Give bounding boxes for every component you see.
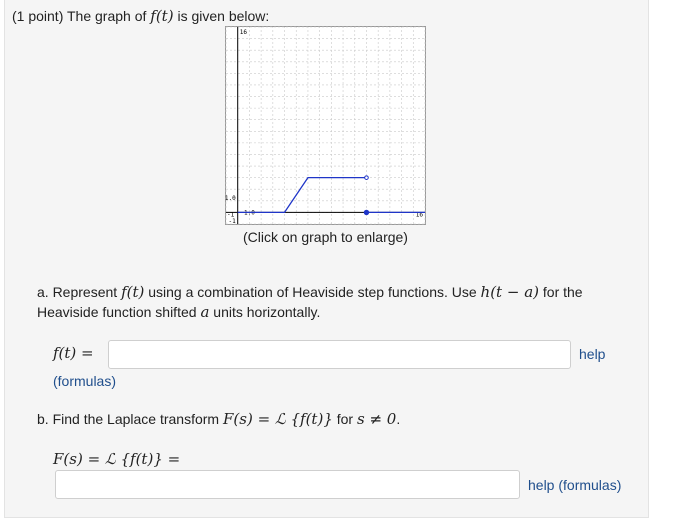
help-formulas-link-b[interactable]: help (formulas) bbox=[528, 477, 621, 493]
part-a-question: a. Represent f(t) using a combination of… bbox=[37, 283, 583, 321]
tick-label-y-bottom: -1 bbox=[228, 218, 236, 225]
graph-frame bbox=[225, 26, 426, 225]
math-f-of-t: f(t) bbox=[150, 7, 174, 25]
help-link-a[interactable]: help bbox=[579, 346, 605, 362]
answer-b-label: F(s) = ℒ {f(t)} = bbox=[53, 450, 181, 468]
tick-label-y-one: 1.0 bbox=[225, 195, 236, 202]
answer-b-input[interactable] bbox=[55, 470, 520, 499]
problem-intro: (1 point) The graph of f(t) is given bel… bbox=[12, 7, 270, 25]
formulas-link-a[interactable]: (formulas) bbox=[53, 373, 116, 389]
graph-image[interactable]: 16 1.0 1.0 -1 16 -1 bbox=[225, 26, 426, 225]
tick-label-y-top: 16 bbox=[240, 29, 248, 36]
open-endpoint bbox=[364, 175, 369, 180]
part-b-question: b. Find the Laplace transform F(s) = ℒ {… bbox=[37, 410, 401, 428]
answer-a-label: f(t) = bbox=[53, 344, 94, 362]
graph-svg[interactable]: 161.01.0-1 16-1 bbox=[225, 26, 426, 225]
closed-endpoint bbox=[363, 209, 370, 216]
graph-caption[interactable]: (Click on graph to enlarge) bbox=[243, 229, 408, 245]
answer-a-input[interactable] bbox=[108, 340, 571, 369]
